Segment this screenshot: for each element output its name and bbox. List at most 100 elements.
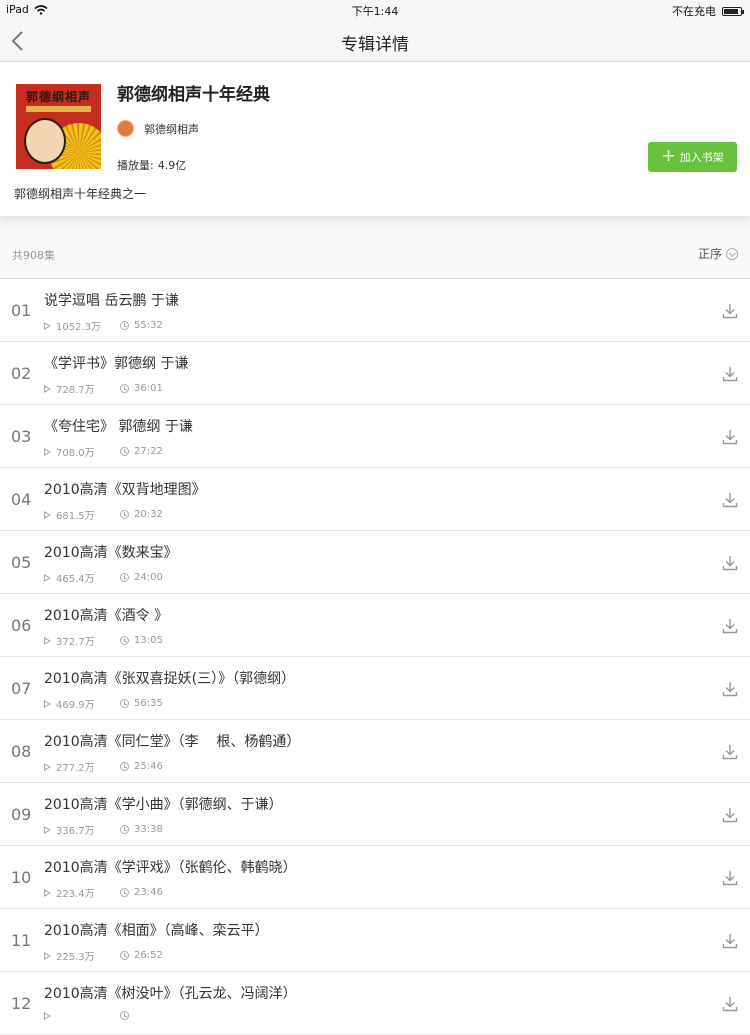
- plays-value: 4.9亿: [157, 159, 187, 172]
- episode-duration: 27:22: [134, 446, 163, 457]
- list-header: 共908集 正序: [0, 229, 750, 279]
- episode-meta: 469.9万 56:35: [44, 696, 163, 711]
- episode-row[interactable]: 01 说学逗唱 岳云鹏 于谦 1052.3万 55:32: [0, 279, 750, 342]
- episode-row[interactable]: 09 2010高清《学小曲》（郭德纲、于谦） 336.7万 33:38: [0, 783, 750, 846]
- download-icon[interactable]: [722, 681, 738, 697]
- episode-title: 2010高清《相面》（高峰、栾云平）: [44, 923, 269, 939]
- album-description: 郭德纲相声十年经典之一: [14, 187, 147, 201]
- download-icon[interactable]: [722, 303, 738, 319]
- episode-row[interactable]: 02 《学评书》郭德纲 于谦 728.7万 36:01: [0, 342, 750, 405]
- episode-number: 06: [11, 616, 32, 635]
- download-icon[interactable]: [722, 870, 738, 886]
- episode-row[interactable]: 08 2010高清《同仁堂》（李 根、杨鹤通） 277.2万 25:46: [0, 720, 750, 783]
- episode-row[interactable]: 03 《夸住宅》 郭德纲 于谦 708.0万 27:22: [0, 405, 750, 468]
- battery-text: 不在充电: [672, 5, 716, 18]
- author-name[interactable]: 郭德纲相声: [144, 121, 199, 137]
- plays-label: 播放量:: [117, 159, 154, 172]
- episode-number: 07: [11, 679, 32, 698]
- download-icon[interactable]: [722, 996, 738, 1012]
- clock-icon: [120, 447, 129, 456]
- download-icon[interactable]: [722, 555, 738, 571]
- episode-number: 08: [11, 742, 32, 761]
- play-count-icon: [44, 699, 51, 708]
- play-count-icon: [44, 888, 51, 897]
- album-header: 郭德纲相声 郭德纲相声十年经典 郭德纲相声 播放量: 4.9亿 郭德纲相声十年经典…: [0, 62, 750, 216]
- episode-title: 《夸住宅》 郭德纲 于谦: [44, 419, 193, 435]
- episode-plays: 1052.3万: [56, 322, 101, 333]
- episode-title: 说学逗唱 岳云鹏 于谦: [44, 293, 179, 309]
- episode-row[interactable]: 12 2010高清《树没叶》（孔云龙、冯阔洋）: [0, 972, 750, 1035]
- download-icon[interactable]: [722, 366, 738, 382]
- add-to-shelf-button[interactable]: + 加入书架: [648, 142, 737, 172]
- cover-band: [26, 106, 91, 112]
- episode-number: 12: [11, 994, 32, 1013]
- page-title: 专辑详情: [341, 35, 409, 55]
- episode-row[interactable]: 10 2010高清《学评戏》（张鹤伦、韩鹤晓） 223.4万 23:46: [0, 846, 750, 909]
- episode-plays: 708.0万: [56, 448, 95, 459]
- episode-plays: 336.7万: [56, 826, 95, 837]
- play-count-icon: [44, 762, 51, 771]
- episode-meta: 336.7万 33:38: [44, 822, 163, 837]
- album-cover[interactable]: 郭德纲相声: [16, 84, 101, 169]
- download-icon[interactable]: [722, 429, 738, 445]
- sort-order-icon: [726, 247, 738, 260]
- episode-meta: 708.0万 27:22: [44, 444, 163, 459]
- clock-icon: [120, 1011, 129, 1020]
- episode-meta: 225.3万 26:52: [44, 948, 163, 963]
- nav-bar: 专辑详情: [0, 20, 750, 62]
- add-button-label: 加入书架: [679, 151, 724, 164]
- sort-label: 正序: [697, 247, 722, 261]
- download-icon[interactable]: [722, 618, 738, 634]
- clock-icon: [120, 951, 129, 960]
- episode-meta: 681.5万 20:32: [44, 507, 163, 522]
- episode-meta: [44, 1011, 134, 1020]
- play-count-icon: [44, 447, 51, 456]
- clock-icon: [120, 636, 129, 645]
- episode-meta: 223.4万 23:46: [44, 885, 163, 900]
- download-icon[interactable]: [722, 492, 738, 508]
- clock-icon: [120, 384, 129, 393]
- clock-icon: [120, 825, 129, 834]
- clock-icon: [120, 762, 129, 771]
- status-time: 下午1:44: [351, 5, 399, 18]
- play-count-icon: [44, 636, 51, 645]
- episode-duration: 13:05: [134, 635, 163, 646]
- clock-icon: [120, 573, 129, 582]
- episode-row[interactable]: 11 2010高清《相面》（高峰、栾云平） 225.3万 26:52: [0, 909, 750, 972]
- episode-number: 09: [11, 805, 32, 824]
- episode-duration: 26:52: [134, 950, 163, 961]
- sort-button[interactable]: 正序: [698, 245, 738, 262]
- episode-duration: 23:46: [134, 887, 163, 898]
- album-title: 郭德纲相声十年经典: [117, 85, 270, 105]
- download-icon[interactable]: [722, 744, 738, 760]
- episode-duration: 24:00: [134, 572, 163, 583]
- episode-title: 2010高清《张双喜捉妖(三）》（郭德纲）: [44, 671, 296, 687]
- episode-row[interactable]: 07 2010高清《张双喜捉妖(三）》（郭德纲） 469.9万 56:35: [0, 657, 750, 720]
- download-icon[interactable]: [722, 933, 738, 949]
- episode-meta: 1052.3万 55:32: [44, 318, 163, 333]
- download-icon[interactable]: [722, 807, 738, 823]
- caricature-face: [24, 118, 66, 164]
- episode-number: 04: [11, 490, 32, 509]
- author-row[interactable]: 郭德纲相声: [117, 120, 199, 137]
- episode-plays: 277.2万: [56, 763, 95, 774]
- battery-icon: [722, 6, 744, 16]
- play-count-icon: [44, 825, 51, 834]
- play-count-icon: [44, 573, 51, 582]
- episode-row[interactable]: 06 2010高清《酒令 》 372.7万 13:05: [0, 594, 750, 657]
- plus-icon: +: [661, 145, 676, 166]
- episode-plays: 728.7万: [56, 385, 95, 396]
- avatar[interactable]: [117, 120, 134, 137]
- episode-row[interactable]: 05 2010高清《数来宝》 465.4万 24:00: [0, 531, 750, 594]
- episode-title: 2010高清《树没叶》（孔云龙、冯阔洋）: [44, 986, 297, 1002]
- episode-row[interactable]: 04 2010高清《双背地理图》 681.5万 20:32: [0, 468, 750, 531]
- episode-duration: 25:46: [134, 761, 163, 772]
- episode-meta: 372.7万 13:05: [44, 633, 163, 648]
- episode-title: 2010高清《双背地理图》: [44, 482, 206, 498]
- episode-title: 2010高清《酒令 》: [44, 608, 169, 624]
- play-count-icon: [44, 321, 51, 330]
- episode-duration: 56:35: [134, 698, 163, 709]
- episode-plays: 372.7万: [56, 637, 95, 648]
- status-right: 不在充电: [672, 3, 744, 19]
- episode-plays: 225.3万: [56, 952, 95, 963]
